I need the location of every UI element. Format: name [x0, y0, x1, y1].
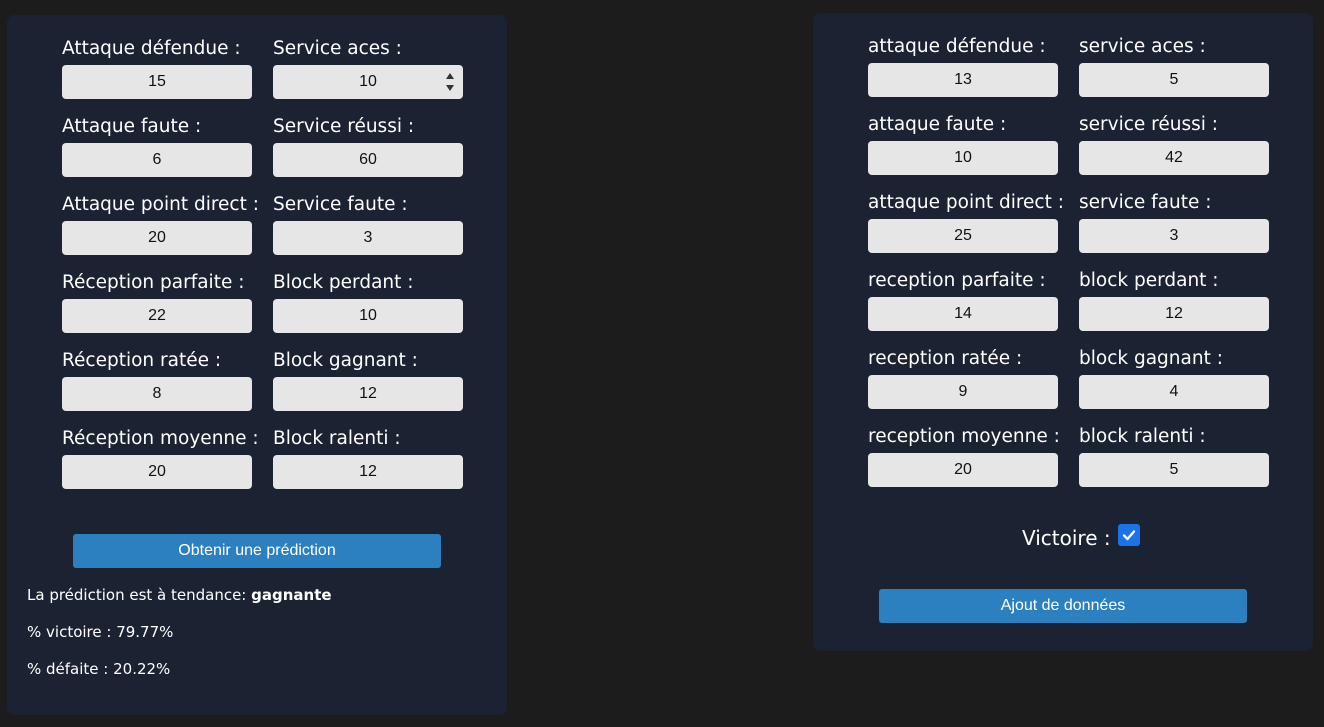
field-label: reception parfaite :: [868, 270, 1046, 291]
field-label: Service réussi :: [273, 116, 415, 137]
attaque-faute-input[interactable]: 6: [62, 143, 252, 177]
field-service-faute: service faute : 3: [1079, 191, 1269, 253]
field-reception-parfaite: reception parfaite : 14: [868, 269, 1058, 331]
field-service-aces: service aces : 5: [1079, 35, 1269, 97]
prediction-trend-text: La prédiction est à tendance: gagnante: [27, 586, 332, 604]
field-attaque-faute: attaque faute : 10: [868, 113, 1058, 175]
service-faute-input[interactable]: 3: [1079, 219, 1269, 253]
field-reception-ratee: Réception ratée : 8: [62, 349, 252, 411]
field-attaque-defendue: attaque défendue : 13: [868, 35, 1058, 97]
reception-ratee-input[interactable]: 8: [62, 377, 252, 411]
field-attaque-defendue: Attaque défendue : 15: [62, 37, 252, 99]
service-reussi-input[interactable]: 42: [1079, 141, 1269, 175]
number-spinner-icon[interactable]: [445, 73, 455, 91]
reception-parfaite-input[interactable]: 22: [62, 299, 252, 333]
field-label: Attaque point direct :: [62, 194, 259, 215]
input-value: 10: [359, 73, 377, 90]
reception-moyenne-input[interactable]: 20: [868, 453, 1058, 487]
service-faute-input[interactable]: 3: [273, 221, 463, 255]
block-perdant-input[interactable]: 12: [1079, 297, 1269, 331]
field-label: block ralenti :: [1079, 426, 1206, 447]
field-block-perdant: Block perdant : 10: [273, 271, 463, 333]
victory-label: Victoire :: [1022, 526, 1111, 550]
field-block-ralenti: block ralenti : 5: [1079, 425, 1269, 487]
victory-checkbox[interactable]: [1117, 524, 1140, 546]
field-block-ralenti: Block ralenti : 12: [273, 427, 463, 489]
attaque-defendue-input[interactable]: 15: [62, 65, 252, 99]
block-ralenti-input[interactable]: 12: [273, 455, 463, 489]
trend-prefix: La prédiction est à tendance:: [27, 586, 252, 604]
field-label: Service aces :: [273, 38, 402, 59]
block-gagnant-input[interactable]: 4: [1079, 375, 1269, 409]
field-block-perdant: block perdant : 12: [1079, 269, 1269, 331]
victory-row: Victoire :: [1022, 524, 1140, 550]
field-label: Service faute :: [273, 194, 408, 215]
field-label: Block gagnant :: [273, 350, 418, 371]
attaque-point-direct-input[interactable]: 20: [62, 221, 252, 255]
spinner-down-icon[interactable]: [446, 85, 454, 91]
field-label: service réussi :: [1079, 114, 1218, 135]
field-reception-ratee: reception ratée : 9: [868, 347, 1058, 409]
block-perdant-input[interactable]: 10: [273, 299, 463, 333]
data-fields-grid: attaque défendue : 13 service aces : 5 a…: [868, 35, 1269, 487]
field-label: attaque défendue :: [868, 36, 1046, 57]
field-label: Block perdant :: [273, 272, 414, 293]
checkmark-icon: [1122, 530, 1135, 541]
field-label: attaque point direct :: [868, 192, 1064, 213]
field-label: block gagnant :: [1079, 348, 1223, 369]
prediction-panel: Attaque défendue : 15 Service aces : 10 …: [7, 15, 507, 715]
get-prediction-button[interactable]: Obtenir une prédiction: [73, 534, 441, 568]
field-service-faute: Service faute : 3: [273, 193, 463, 255]
field-label: Attaque défendue :: [62, 38, 241, 59]
block-ralenti-input[interactable]: 5: [1079, 453, 1269, 487]
defeat-percentage: % défaite : 20.22%: [27, 660, 171, 678]
service-aces-input[interactable]: 10: [273, 65, 463, 99]
field-label: Attaque faute :: [62, 116, 202, 137]
field-label: attaque faute :: [868, 114, 1007, 135]
reception-ratee-input[interactable]: 9: [868, 375, 1058, 409]
trend-value: gagnante: [251, 586, 332, 604]
field-block-gagnant: block gagnant : 4: [1079, 347, 1269, 409]
field-reception-moyenne: Réception moyenne : 20: [62, 427, 259, 489]
spinner-up-icon[interactable]: [446, 73, 454, 79]
field-label: block perdant :: [1079, 270, 1219, 291]
field-label: reception moyenne :: [868, 426, 1060, 447]
reception-parfaite-input[interactable]: 14: [868, 297, 1058, 331]
field-reception-parfaite: Réception parfaite : 22: [62, 271, 252, 333]
field-label: Réception ratée :: [62, 350, 222, 371]
field-label: service aces :: [1079, 36, 1206, 57]
field-service-aces: Service aces : 10: [273, 37, 463, 99]
reception-moyenne-input[interactable]: 20: [62, 455, 252, 489]
attaque-faute-input[interactable]: 10: [868, 141, 1058, 175]
block-gagnant-input[interactable]: 12: [273, 377, 463, 411]
field-service-reussi: Service réussi : 60: [273, 115, 463, 177]
prediction-fields-grid: Attaque défendue : 15 Service aces : 10 …: [62, 37, 463, 489]
service-aces-input[interactable]: 5: [1079, 63, 1269, 97]
attaque-defendue-input[interactable]: 13: [868, 63, 1058, 97]
data-entry-panel: attaque défendue : 13 service aces : 5 a…: [813, 13, 1313, 651]
field-label: reception ratée :: [868, 348, 1023, 369]
field-label: Réception parfaite :: [62, 272, 245, 293]
field-label: Block ralenti :: [273, 428, 401, 449]
field-attaque-point-direct: Attaque point direct : 20: [62, 193, 259, 255]
field-reception-moyenne: reception moyenne : 20: [868, 425, 1060, 487]
victory-percentage: % victoire : 79.77%: [27, 623, 174, 641]
field-block-gagnant: Block gagnant : 12: [273, 349, 463, 411]
field-attaque-faute: Attaque faute : 6: [62, 115, 252, 177]
attaque-point-direct-input[interactable]: 25: [868, 219, 1058, 253]
field-label: service faute :: [1079, 192, 1212, 213]
service-reussi-input[interactable]: 60: [273, 143, 463, 177]
field-label: Réception moyenne :: [62, 428, 259, 449]
field-service-reussi: service réussi : 42: [1079, 113, 1269, 175]
field-attaque-point-direct: attaque point direct : 25: [868, 191, 1064, 253]
add-data-button[interactable]: Ajout de données: [879, 589, 1247, 623]
